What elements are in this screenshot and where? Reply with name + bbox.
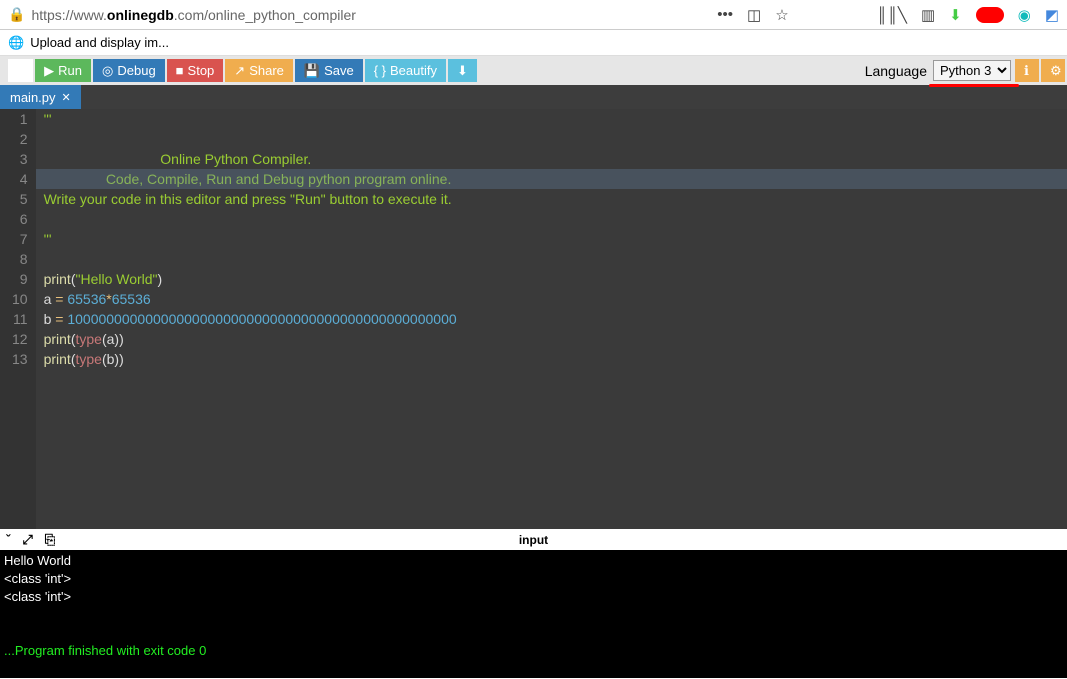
console-line — [4, 624, 1063, 642]
gear-icon: ⚙ — [1050, 63, 1062, 79]
file-icon: ▮ — [17, 63, 24, 79]
code-line[interactable]: Write your code in this editor and press… — [44, 189, 1067, 209]
code-area[interactable]: ''' Online Python Compiler. Code, Compil… — [36, 109, 1067, 529]
code-line[interactable] — [44, 129, 1067, 149]
code-line[interactable]: print(type(a)) — [44, 329, 1067, 349]
browser-address-bar: 🔒 https://www.onlinegdb.com/online_pytho… — [0, 0, 1067, 30]
play-icon: ▶ — [44, 63, 54, 79]
console-toolbar: ˇ ⤢ ⎘ input — [0, 529, 1067, 550]
library-icon[interactable]: ║║╲ — [877, 6, 907, 24]
code-editor[interactable]: 12345678910111213 ''' Online Python Comp… — [0, 109, 1067, 529]
code-line[interactable] — [44, 249, 1067, 269]
line-number: 6 — [12, 209, 28, 229]
browser-tab-strip: 🌐 Upload and display im... — [0, 30, 1067, 56]
file-tab-main[interactable]: main.py ✕ — [0, 85, 81, 109]
beautify-label: Beautify — [390, 63, 437, 78]
red-scribble-annotation — [976, 7, 1004, 23]
url-domain: onlinegdb — [107, 7, 174, 23]
file-tabs-bar: main.py ✕ — [0, 85, 1067, 109]
url-prefix: https://www. — [31, 7, 106, 23]
tab-filename: main.py — [10, 90, 56, 105]
globe-icon: 🌐 — [8, 35, 24, 51]
share-label: Share — [249, 63, 284, 78]
code-line[interactable]: print(type(b)) — [44, 349, 1067, 369]
code-line[interactable] — [44, 209, 1067, 229]
code-line[interactable]: print("Hello World") — [44, 269, 1067, 289]
line-number: 11 — [12, 309, 28, 329]
stop-icon: ■ — [176, 63, 184, 78]
language-label: Language — [865, 63, 927, 79]
sidebar-icon[interactable]: ▥ — [921, 6, 935, 24]
run-button[interactable]: ▶ Run — [35, 59, 91, 82]
info-icon: ℹ — [1024, 63, 1029, 79]
bookmark-star-icon[interactable]: ☆ — [775, 6, 788, 24]
console-input-tab[interactable]: input — [519, 533, 548, 547]
stop-label: Stop — [188, 63, 215, 78]
code-line[interactable]: a = 65536*65536 — [44, 289, 1067, 309]
stop-button[interactable]: ■ Stop — [167, 59, 224, 82]
braces-icon: { } — [374, 63, 386, 78]
url-suffix: .com/online_python_compiler — [174, 7, 356, 23]
close-icon[interactable]: ✕ — [62, 91, 71, 104]
chevron-down-icon[interactable]: ˇ — [6, 532, 10, 547]
beautify-button[interactable]: { } Beautify — [365, 59, 446, 82]
save-button[interactable]: 💾 Save — [295, 59, 363, 82]
debug-button[interactable]: ◎ Debug — [93, 59, 165, 82]
expand-icon[interactable]: ⤢ — [22, 532, 32, 548]
new-file-button[interactable]: ▮ — [8, 59, 33, 82]
run-label: Run — [58, 63, 82, 78]
language-select[interactable]: Python 3 — [933, 60, 1011, 81]
more-icon[interactable]: ••• — [717, 6, 733, 23]
line-number: 10 — [12, 289, 28, 309]
console-output: Hello World<class 'int'><class 'int'> ..… — [0, 550, 1067, 678]
download-icon: ⬇ — [457, 63, 468, 79]
extension-icon-2[interactable]: ◩ — [1045, 6, 1059, 24]
reader-icon[interactable]: ◫ — [747, 6, 761, 24]
code-line[interactable]: Code, Compile, Run and Debug python prog… — [44, 169, 1067, 189]
code-line[interactable]: Online Python Compiler. — [44, 149, 1067, 169]
line-number: 9 — [12, 269, 28, 289]
line-number-gutter: 12345678910111213 — [0, 109, 36, 529]
line-number: 7 — [12, 229, 28, 249]
share-icon: ↗ — [234, 63, 245, 79]
code-line[interactable]: ''' — [44, 109, 1067, 129]
info-button[interactable]: ℹ — [1015, 59, 1039, 82]
line-number: 13 — [12, 349, 28, 369]
line-number: 4 — [12, 169, 28, 189]
code-line[interactable]: b = 100000000000000000000000000000000000… — [44, 309, 1067, 329]
console-line: <class 'int'> — [4, 588, 1063, 606]
line-number: 8 — [12, 249, 28, 269]
share-button[interactable]: ↗ Share — [225, 59, 293, 82]
settings-button[interactable]: ⚙ — [1041, 59, 1065, 82]
line-number: 5 — [12, 189, 28, 209]
debug-label: Debug — [117, 63, 155, 78]
ide-toolbar: ▮ ▶ Run ◎ Debug ■ Stop ↗ Share 💾 Save { … — [0, 56, 1067, 85]
favtab-label[interactable]: Upload and display im... — [30, 35, 169, 50]
lock-icon: 🔒 — [8, 6, 25, 23]
line-number: 2 — [12, 129, 28, 149]
download-arrow-icon[interactable]: ⬇ — [949, 6, 962, 24]
save-label: Save — [324, 63, 354, 78]
line-number: 3 — [12, 149, 28, 169]
code-line[interactable]: ''' — [44, 229, 1067, 249]
console-line: <class 'int'> — [4, 570, 1063, 588]
line-number: 1 — [12, 109, 28, 129]
line-number: 12 — [12, 329, 28, 349]
console-line: ...Program finished with exit code 0 — [4, 642, 1063, 660]
disk-icon: 💾 — [304, 63, 320, 79]
extension-icon-1[interactable]: ◉ — [1018, 6, 1031, 24]
download-button[interactable]: ⬇ — [448, 59, 477, 82]
url-display[interactable]: https://www.onlinegdb.com/online_python_… — [31, 7, 711, 23]
console-line: Hello World — [4, 552, 1063, 570]
target-icon: ◎ — [102, 63, 113, 79]
console-line — [4, 606, 1063, 624]
address-bar-actions: ••• ◫ ☆ ║║╲ ▥ ⬇ ◉ ◩ — [717, 6, 1059, 24]
copy-icon[interactable]: ⎘ — [45, 532, 55, 548]
